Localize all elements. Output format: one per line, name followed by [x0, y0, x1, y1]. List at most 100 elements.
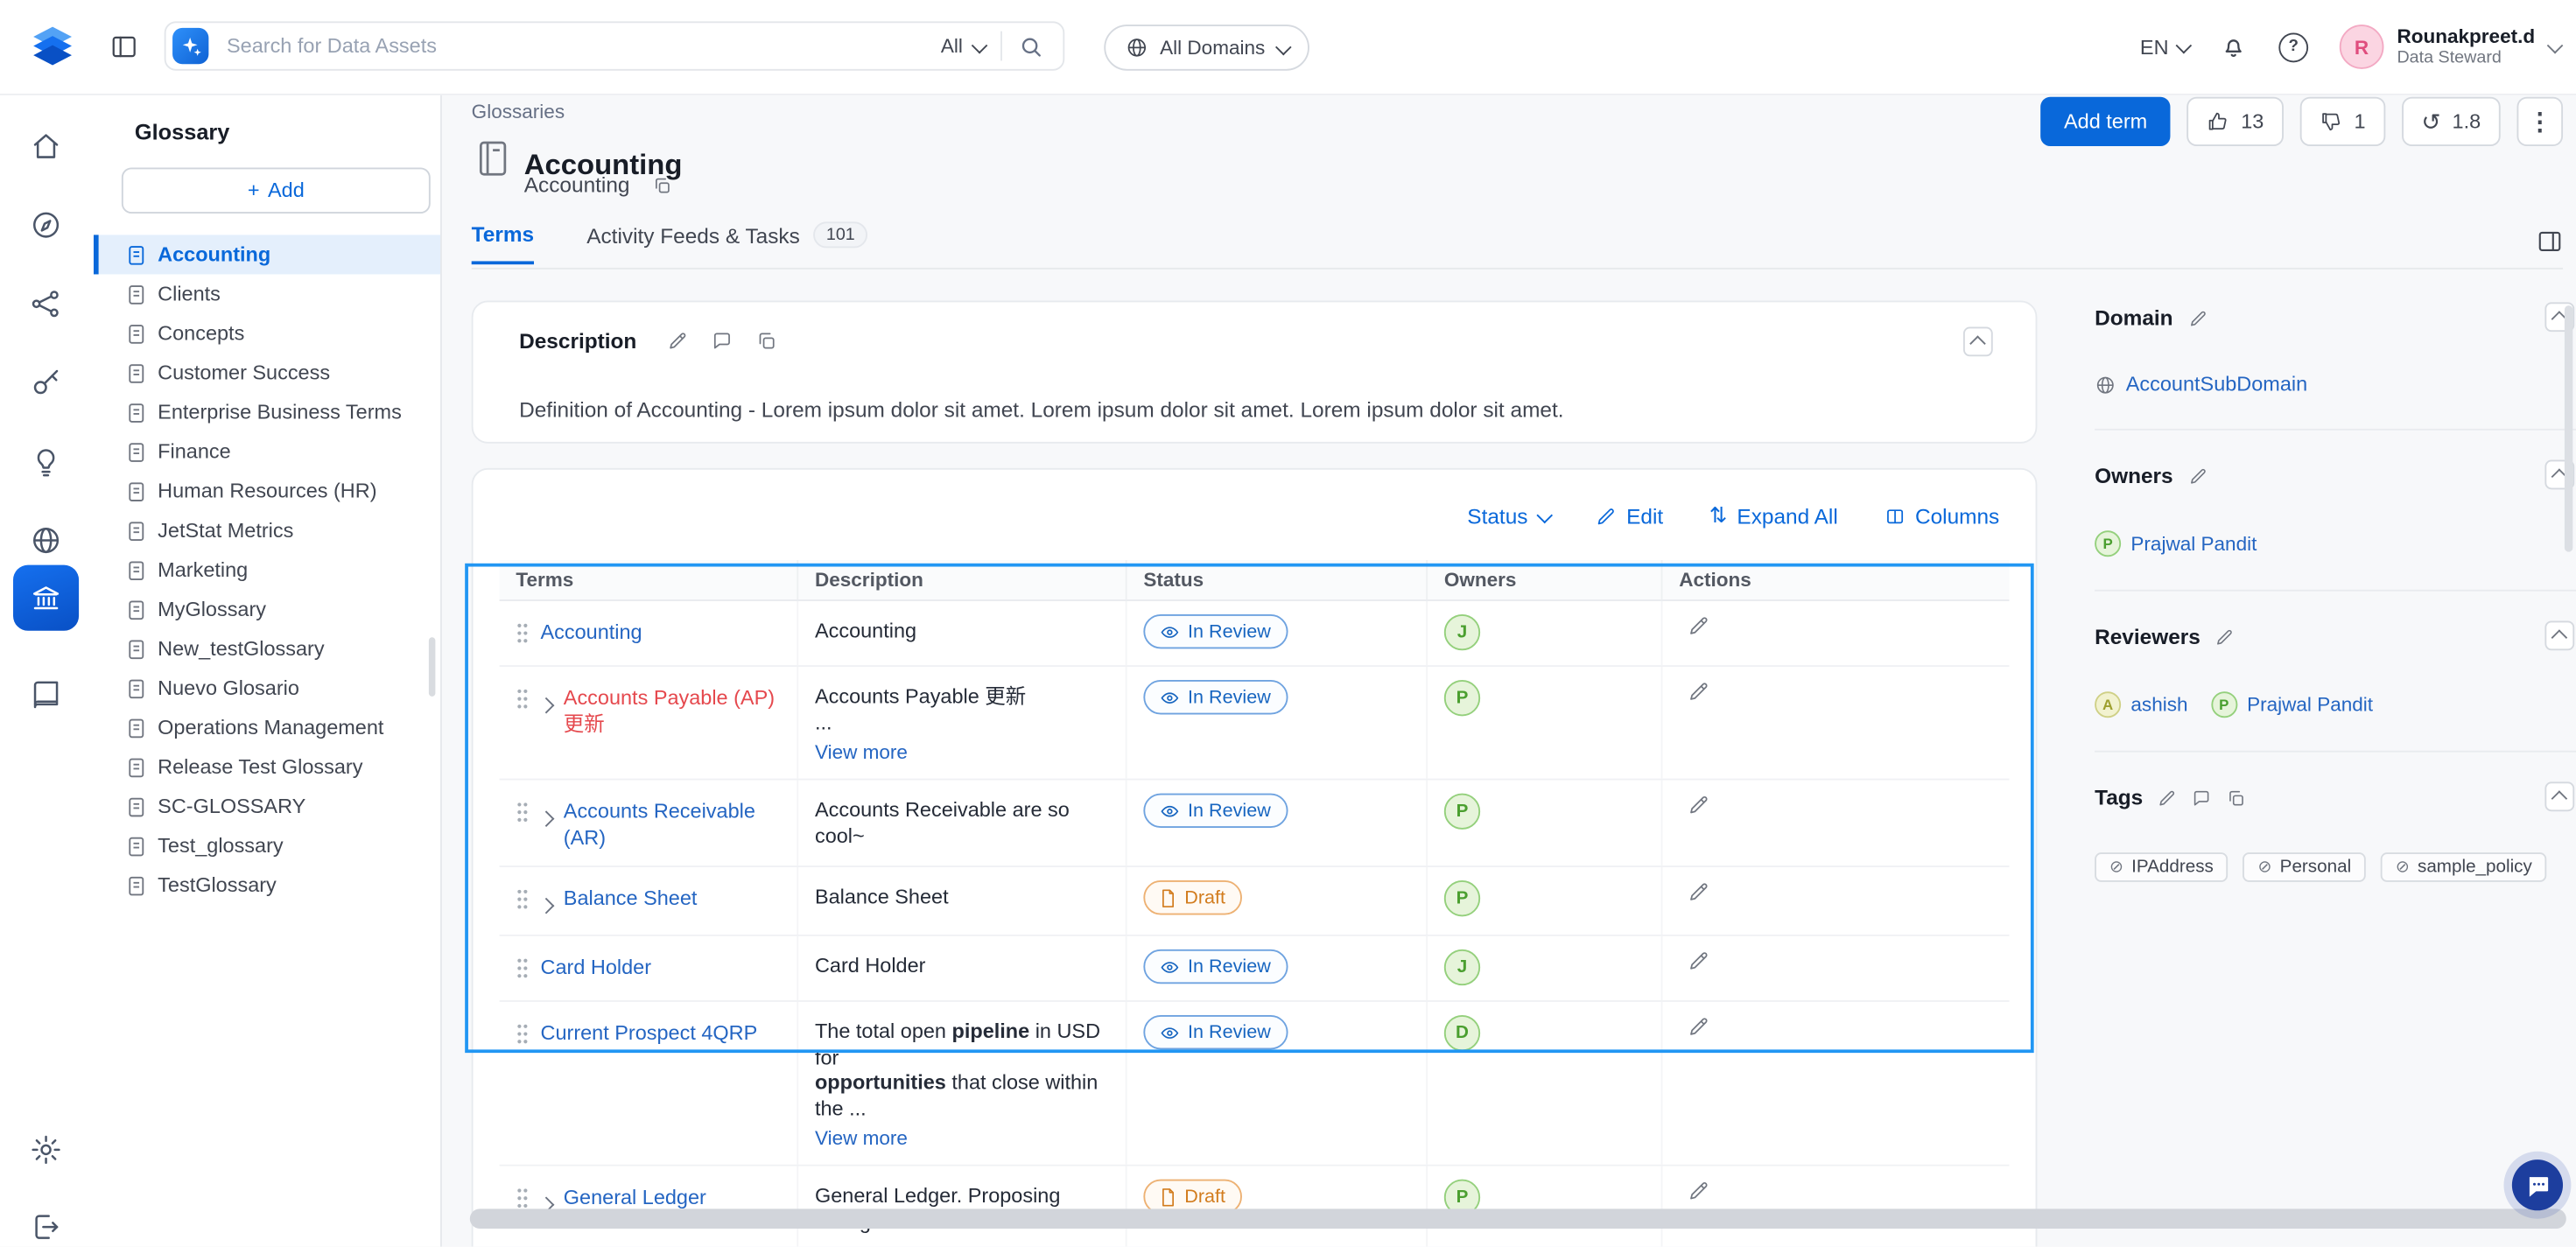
comment-icon[interactable] [711, 330, 732, 351]
home-icon[interactable] [30, 130, 63, 163]
expand-chevron-icon[interactable] [541, 890, 552, 920]
downvote-button[interactable]: 1 [2300, 97, 2386, 146]
expand-chevron-icon[interactable] [541, 690, 552, 719]
drag-handle-icon[interactable] [516, 622, 529, 643]
access-key-icon[interactable] [30, 367, 63, 400]
add-term-button[interactable]: Add term [2041, 97, 2171, 146]
tag-chip[interactable]: ⊘ IPAddress [2095, 852, 2229, 882]
edit-pencil-icon[interactable] [666, 330, 687, 351]
edit-term-icon[interactable] [1688, 1180, 1710, 1202]
columns-button[interactable]: Columns [1884, 503, 1999, 528]
edit-term-icon[interactable] [1688, 614, 1710, 637]
knowledge-book-icon[interactable] [30, 678, 63, 711]
vertical-scrollbar[interactable] [2565, 305, 2572, 552]
collapse-description-button[interactable] [1963, 327, 1993, 357]
glossary-list-item[interactable]: Accounting [94, 235, 440, 274]
glossary-list-item[interactable]: JetStat Metrics [94, 511, 440, 550]
glossary-list-item[interactable]: Enterprise Business Terms [94, 393, 440, 432]
glossary-list-item[interactable]: Marketing [94, 550, 440, 590]
search-input[interactable]: Search for Data Assets [227, 34, 924, 57]
add-glossary-button[interactable]: + Add [122, 167, 431, 214]
glossary-list-item[interactable]: New_testGlossary [94, 629, 440, 669]
glossary-list-item[interactable]: Test_glossary [94, 826, 440, 865]
edit-term-icon[interactable] [1688, 949, 1710, 972]
glossary-list-item[interactable]: Concepts [94, 313, 440, 353]
drag-handle-icon[interactable] [516, 888, 529, 909]
observability-icon[interactable] [30, 445, 63, 479]
edit-pencil-icon[interactable] [2215, 627, 2236, 647]
glossary-list-item[interactable]: Human Resources (HR) [94, 472, 440, 511]
sidebar-collapse-icon[interactable] [110, 33, 138, 61]
drag-handle-icon[interactable] [516, 802, 529, 823]
edit-table-button[interactable]: Edit [1595, 503, 1663, 528]
edit-pencil-icon[interactable] [2188, 466, 2208, 486]
glossary-scrollbar[interactable] [429, 637, 436, 697]
logout-icon[interactable] [30, 1210, 63, 1243]
horizontal-scrollbar[interactable] [470, 1208, 2566, 1229]
user-name-link[interactable]: Prajwal Pandit [2247, 693, 2373, 716]
glossary-list-item[interactable]: SC-GLOSSARY [94, 787, 440, 826]
settings-gear-icon[interactable] [30, 1133, 63, 1166]
collapse-reviewers-button[interactable] [2544, 620, 2574, 650]
glossary-list-item[interactable]: Release Test Glossary [94, 747, 440, 787]
glossary-list-item[interactable]: Clients [94, 274, 440, 313]
view-more-link[interactable]: View more [815, 741, 908, 764]
edit-term-icon[interactable] [1688, 794, 1710, 816]
tag-chip[interactable]: ⊘ sample_policy [2381, 852, 2547, 882]
drag-handle-icon[interactable] [516, 1023, 529, 1044]
govern-bank-icon[interactable] [13, 565, 79, 631]
glossary-list-item[interactable]: Nuevo Glosario [94, 669, 440, 708]
view-more-link[interactable]: View more [815, 1127, 908, 1150]
tab-activity-feeds[interactable]: Activity Feeds & Tasks 101 [586, 221, 868, 264]
drag-handle-icon[interactable] [516, 1187, 529, 1208]
tag-chip[interactable]: ⊘ Personal [2243, 852, 2366, 882]
glossary-list-item[interactable]: Operations Management [94, 708, 440, 747]
user-chip[interactable]: A ashish [2095, 691, 2187, 718]
tab-terms[interactable]: Terms [472, 221, 534, 263]
status-filter-dropdown[interactable]: Status [1467, 503, 1549, 528]
edit-term-icon[interactable] [1688, 1015, 1710, 1038]
explore-icon[interactable] [30, 208, 63, 242]
term-link[interactable]: Accounting [541, 620, 642, 646]
expand-all-button[interactable]: ⇅ Expand All [1709, 502, 1838, 529]
term-link[interactable]: Current Prospect 4QRP [541, 1020, 758, 1047]
term-link[interactable]: Accounts Receivable (AR) [564, 798, 781, 851]
copy-icon[interactable] [652, 176, 672, 196]
expand-chevron-icon[interactable] [541, 803, 552, 833]
side-panel-toggle-icon[interactable] [2537, 228, 2563, 255]
kebab-menu-button[interactable]: ⋮ [2516, 97, 2563, 146]
domain-link[interactable]: AccountSubDomain [2126, 373, 2307, 396]
chat-fab-button[interactable] [2512, 1159, 2563, 1210]
glossary-list-item[interactable]: Customer Success [94, 354, 440, 393]
edit-term-icon[interactable] [1688, 680, 1710, 703]
drag-handle-icon[interactable] [516, 957, 529, 978]
version-button[interactable]: ↺ 1.8 [2402, 97, 2501, 146]
upvote-button[interactable]: 13 [2186, 97, 2284, 146]
user-chip[interactable]: P Prajwal Pandit [2095, 530, 2257, 557]
user-chip[interactable]: P Prajwal Pandit [2211, 691, 2373, 718]
domains-globe-icon[interactable] [30, 524, 63, 557]
comment-icon[interactable] [2193, 788, 2213, 808]
copy-icon[interactable] [2227, 788, 2247, 808]
term-link[interactable]: Balance Sheet [564, 886, 698, 912]
glossary-list-item[interactable]: Finance [94, 432, 440, 472]
term-link[interactable]: Card Holder [541, 955, 651, 981]
help-icon[interactable]: ? [2278, 32, 2308, 62]
user-name-link[interactable]: ashish [2130, 693, 2187, 716]
search-scope-dropdown[interactable]: All [924, 34, 1000, 57]
global-search-bar[interactable]: Search for Data Assets All [165, 21, 1065, 70]
collapse-tags-button[interactable] [2544, 781, 2574, 811]
drag-handle-icon[interactable] [516, 688, 529, 709]
app-logo-icon[interactable] [30, 23, 76, 69]
copy-icon[interactable] [755, 330, 776, 351]
user-name-link[interactable]: Prajwal Pandit [2130, 532, 2257, 555]
edit-term-icon[interactable] [1688, 880, 1710, 903]
term-link[interactable]: General Ledger [564, 1184, 706, 1210]
notifications-bell-icon[interactable] [2220, 33, 2248, 61]
glossary-list-item[interactable]: TestGlossary [94, 865, 440, 905]
ai-sparkle-icon[interactable] [172, 28, 208, 64]
edit-pencil-icon[interactable] [2158, 788, 2178, 808]
language-dropdown[interactable]: EN [2140, 35, 2188, 58]
edit-pencil-icon[interactable] [2187, 308, 2207, 328]
domains-dropdown[interactable]: All Domains [1104, 25, 1309, 71]
